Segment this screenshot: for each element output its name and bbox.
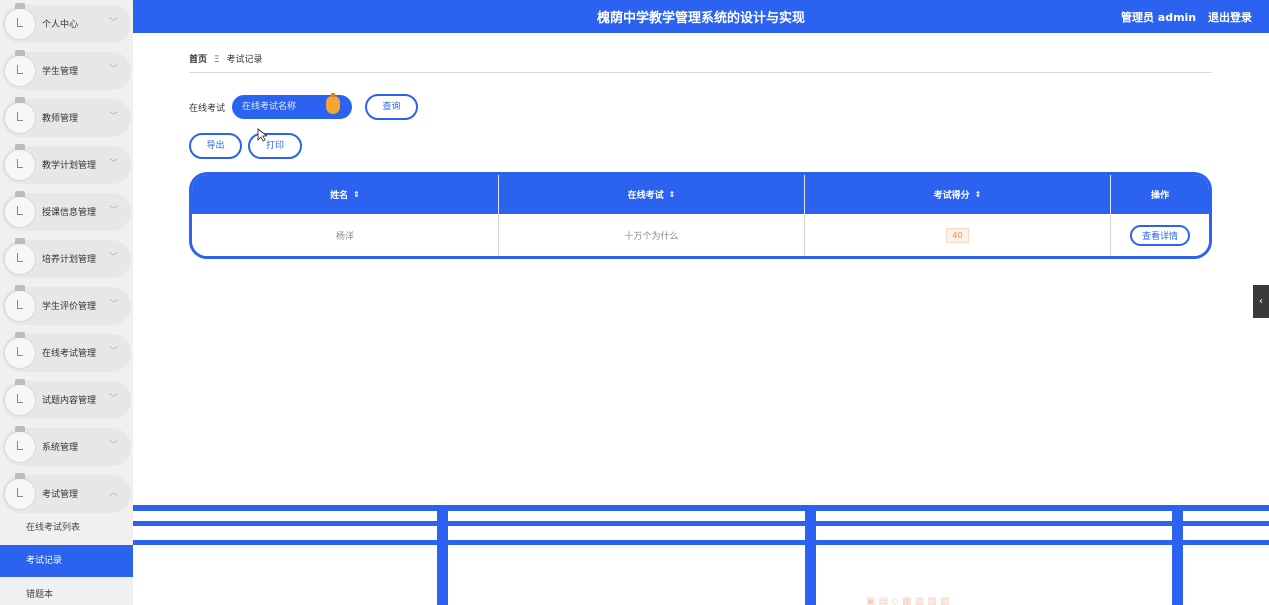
logout-link[interactable]: 退出登录	[1208, 11, 1252, 24]
sidebar-item-student-evaluation[interactable]: 学生评价管理 ﹀	[2, 285, 131, 325]
chevron-down-icon: ﹀	[108, 65, 118, 75]
sidebar-item-system-management[interactable]: 系统管理 ﹀	[2, 426, 131, 466]
column-header-score[interactable]: 考试得分 ⇕	[805, 175, 1111, 214]
breadcrumb-current: 考试记录	[226, 55, 263, 65]
chevron-down-icon: ﹀	[108, 159, 118, 169]
sidebar-item-lecture-info[interactable]: 授课信息管理 ﹀	[2, 191, 131, 231]
sidebar-item-training-plan[interactable]: 培养计划管理 ﹀	[2, 238, 131, 278]
view-details-button[interactable]: 查看详情	[1129, 224, 1190, 246]
sidebar-item-label: 系统管理	[42, 443, 79, 453]
table-header: 姓名 ⇕ 在线考试 ⇕ 考试得分 ⇕ 操作	[192, 175, 1209, 214]
cell-exam: 十万个为什么	[499, 214, 805, 256]
menu-icon	[4, 191, 36, 228]
sidebar-subitem-online-exam-list[interactable]: 在线考试列表	[0, 512, 133, 544]
score-badge: 40	[946, 227, 969, 243]
sidebar-item-student-management[interactable]: 学生管理 ﹀	[2, 50, 131, 90]
mouse-cursor-icon	[257, 128, 267, 142]
top-header: 槐荫中学教学管理系统的设计与实现 管理员 admin 退出登录	[133, 0, 1269, 33]
app-root: 个人中心 ﹀ 学生管理 ﹀ 教师管理 ﹀ 教学计划管理 ﹀ 授课信息管理 ﹀ 培…	[0, 0, 1269, 605]
decor-pillar	[805, 509, 816, 605]
column-header-exam[interactable]: 在线考试 ⇕	[499, 175, 805, 214]
chevron-down-icon: ﹀	[108, 347, 118, 357]
decor-line	[133, 540, 1269, 545]
sidebar-item-teacher-management[interactable]: 教师管理 ﹀	[2, 97, 131, 137]
sidebar-item-label: 教师管理	[42, 114, 79, 124]
sidebar-item-label: 培养计划管理	[42, 255, 97, 265]
menu-icon	[4, 238, 36, 275]
sidebar-item-label: 学生评价管理	[42, 302, 97, 312]
menu-icon	[4, 473, 36, 510]
divider	[189, 72, 1212, 73]
cell-name: 杨洋	[192, 214, 499, 256]
user-name: 管理员 admin	[1120, 11, 1197, 24]
sidebar-subitem-exam-records[interactable]: 考试记录	[0, 545, 133, 577]
table-row: 杨洋 十万个为什么 40 查看详情	[192, 214, 1209, 256]
chevron-down-icon: ﹀	[108, 206, 118, 216]
column-header-label: 姓名	[330, 191, 349, 201]
sort-icon[interactable]: ⇕	[669, 190, 676, 199]
decor-line	[133, 521, 1269, 526]
search-label: 在线考试	[189, 104, 226, 114]
column-header-label: 考试得分	[933, 191, 970, 201]
cell-action: 查看详情	[1111, 214, 1209, 256]
chevron-down-icon: ﹀	[108, 300, 118, 310]
menu-icon	[4, 379, 36, 416]
sort-icon[interactable]: ⇕	[975, 190, 982, 199]
column-header-action: 操作	[1111, 175, 1209, 214]
chevron-down-icon: ﹀	[108, 112, 118, 122]
sidebar-item-label: 在线考试管理	[42, 349, 97, 359]
chevron-down-icon: ﹀	[108, 394, 118, 404]
sidebar: 个人中心 ﹀ 学生管理 ﹀ 教师管理 ﹀ 教学计划管理 ﹀ 授课信息管理 ﹀ 培…	[0, 0, 133, 605]
menu-icon	[4, 50, 36, 87]
sidebar-item-online-exam[interactable]: 在线考试管理 ﹀	[2, 332, 131, 372]
user-area: 管理员 admin 退出登录	[1121, 9, 1252, 25]
breadcrumb-separator-icon: Ξ	[213, 55, 220, 65]
sidebar-item-label: 试题内容管理	[42, 396, 97, 406]
chevron-down-icon: ﹀	[108, 18, 118, 28]
breadcrumb: 首页 Ξ 考试记录	[189, 52, 262, 65]
sidebar-item-label: 教学计划管理	[42, 161, 97, 171]
menu-icon	[4, 144, 36, 181]
menu-icon	[4, 97, 36, 134]
menu-icon	[4, 426, 36, 463]
column-header-label: 在线考试	[627, 191, 664, 201]
sidebar-item-question-content[interactable]: 试题内容管理 ﹀	[2, 379, 131, 419]
column-header-name[interactable]: 姓名 ⇕	[192, 175, 499, 214]
app-title: 槐荫中学教学管理系统的设计与实现	[596, 11, 805, 26]
query-button[interactable]: 查询	[365, 94, 418, 120]
sidebar-item-personal-center[interactable]: 个人中心 ﹀	[2, 3, 131, 43]
chevron-down-icon: ﹀	[108, 253, 118, 263]
records-table: 姓名 ⇕ 在线考试 ⇕ 考试得分 ⇕ 操作 杨洋 十万个为什么 40 查看详情	[189, 172, 1212, 259]
sidebar-item-exam-management[interactable]: 考试管理 ︿	[2, 473, 131, 513]
sidebar-subitem-wrong-questions[interactable]: 错题本	[0, 579, 133, 605]
sort-icon[interactable]: ⇕	[353, 190, 360, 199]
decor-pillar	[1172, 509, 1183, 605]
chevron-down-icon: ﹀	[108, 441, 118, 451]
sidebar-item-label: 考试管理	[42, 490, 79, 500]
sidebar-item-label: 学生管理	[42, 67, 79, 77]
watermark-icon: ▣ ▤ ◇ ▦ ▥ ▧ ▨	[866, 596, 950, 605]
breadcrumb-home[interactable]: 首页	[189, 55, 207, 65]
menu-icon	[4, 3, 36, 40]
decor-line	[133, 505, 1269, 511]
export-button[interactable]: 导出	[189, 133, 242, 159]
sidebar-item-label: 授课信息管理	[42, 208, 97, 218]
sidebar-item-teaching-plan[interactable]: 教学计划管理 ﹀	[2, 144, 131, 184]
chevron-up-icon: ︿	[108, 488, 118, 498]
cell-score: 40	[805, 214, 1111, 256]
menu-icon	[4, 285, 36, 322]
decor-pillar	[437, 509, 448, 605]
pin-icon	[326, 93, 340, 114]
column-header-label: 操作	[1150, 191, 1169, 201]
collapse-panel-button[interactable]: ‹	[1253, 285, 1269, 318]
menu-icon	[4, 332, 36, 369]
sidebar-item-label: 个人中心	[42, 20, 79, 30]
